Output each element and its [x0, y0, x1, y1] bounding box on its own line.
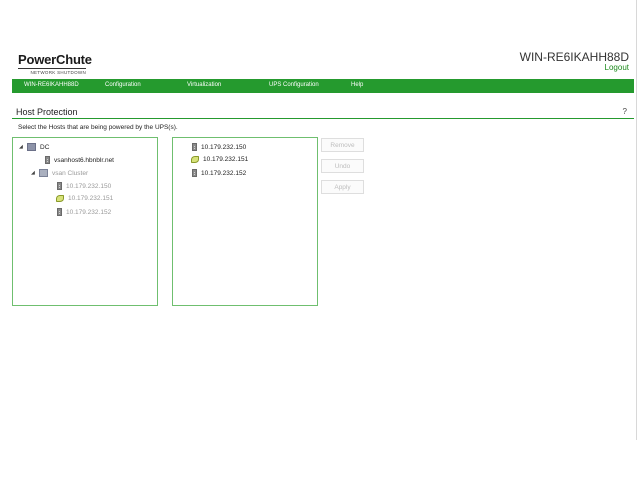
tree-node-dc[interactable]: ◢ DC: [19, 143, 49, 151]
host-tree-panel: ◢ DC vsanhost6.hbnblr.net ◢ vsan Cluster…: [12, 137, 158, 306]
undo-button[interactable]: Undo: [321, 159, 364, 173]
tree-node-child[interactable]: 10.179.232.151: [56, 195, 113, 202]
apply-button[interactable]: Apply: [321, 180, 364, 194]
powerchute-logo: PowerChute NETWORK SHUTDOWN: [18, 52, 92, 75]
tree-node-child[interactable]: 10.179.232.150: [57, 182, 111, 190]
leaf-icon: [191, 156, 199, 163]
logo-main-text: PowerChute: [18, 52, 92, 67]
nav-item-configuration[interactable]: Configuration: [105, 82, 141, 88]
nav-item-virtualization[interactable]: Virtualization: [187, 82, 221, 88]
tree-node-label: vsan Cluster: [52, 169, 89, 177]
tree-node-host[interactable]: vsanhost6.hbnblr.net: [45, 156, 114, 164]
server-icon: [192, 143, 197, 151]
selected-hosts-panel: 10.179.232.150 10.179.232.151 10.179.232…: [172, 137, 318, 306]
page-title: Host Protection: [16, 107, 78, 117]
server-icon: [45, 156, 50, 164]
remove-button[interactable]: Remove: [321, 138, 364, 152]
list-item-label: 10.179.232.152: [201, 169, 247, 177]
datacenter-icon: [27, 143, 36, 151]
tree-node-label: 10.179.232.150: [66, 182, 112, 190]
instruction-text: Select the Hosts that are being powered …: [18, 124, 178, 131]
leaf-icon: [56, 195, 64, 202]
tree-node-label: 10.179.232.152: [66, 208, 112, 216]
main-nav-bar: WIN-RE6IKAHH88D Configuration Virtualiza…: [12, 79, 634, 93]
server-icon: [57, 208, 62, 216]
tree-node-cluster[interactable]: ◢ vsan Cluster: [31, 169, 88, 177]
list-item[interactable]: 10.179.232.151: [191, 156, 248, 163]
nav-item-help[interactable]: Help: [351, 82, 363, 88]
tree-node-label: DC: [40, 143, 50, 151]
nav-item-ups-configuration[interactable]: UPS Configuration: [269, 82, 319, 88]
cluster-icon: [39, 169, 48, 177]
list-item[interactable]: 10.179.232.152: [192, 169, 246, 177]
tree-node-label: 10.179.232.151: [68, 195, 114, 202]
list-item-label: 10.179.232.151: [203, 156, 249, 163]
help-icon[interactable]: ?: [623, 107, 627, 116]
tree-node-label: vsanhost6.hbnblr.net: [54, 156, 114, 164]
logo-sub-text: NETWORK SHUTDOWN: [18, 68, 86, 75]
app-frame: PowerChute NETWORK SHUTDOWN WIN-RE6IKAHH…: [0, 0, 637, 440]
list-item-label: 10.179.232.150: [201, 143, 247, 151]
expand-toggle-icon[interactable]: ◢: [31, 170, 39, 176]
expand-toggle-icon[interactable]: ◢: [19, 144, 27, 150]
tree-node-child[interactable]: 10.179.232.152: [57, 208, 111, 216]
title-divider: [12, 118, 634, 119]
list-item[interactable]: 10.179.232.150: [192, 143, 246, 151]
logout-link[interactable]: Logout: [605, 63, 629, 72]
server-icon: [57, 182, 62, 190]
hostname-label: WIN-RE6IKAHH88D: [519, 50, 629, 64]
nav-item-host[interactable]: WIN-RE6IKAHH88D: [24, 82, 79, 88]
server-icon: [192, 169, 197, 177]
